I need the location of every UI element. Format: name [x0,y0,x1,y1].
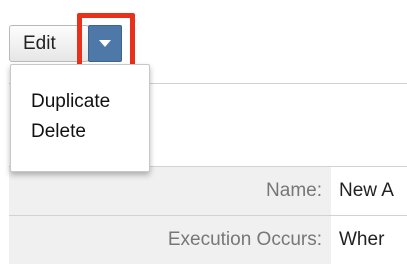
menu-item-duplicate[interactable]: Duplicate [11,87,149,117]
field-label-name: Name: [9,167,331,215]
field-value-execution-occurs: Wher [339,229,385,250]
caret-down-icon [99,35,111,53]
detail-row-name: Name: New A [9,166,407,215]
edit-button[interactable]: Edit [9,25,89,62]
actions-dropdown-button[interactable] [88,25,122,62]
field-value-name: New A [339,180,394,201]
menu-item-delete[interactable]: Delete [11,117,149,147]
field-label-execution-occurs: Execution Occurs: [9,216,331,264]
detail-row-execution-occurs: Execution Occurs: Wher [9,215,407,264]
actions-dropdown-menu: Duplicate Delete [10,64,150,172]
